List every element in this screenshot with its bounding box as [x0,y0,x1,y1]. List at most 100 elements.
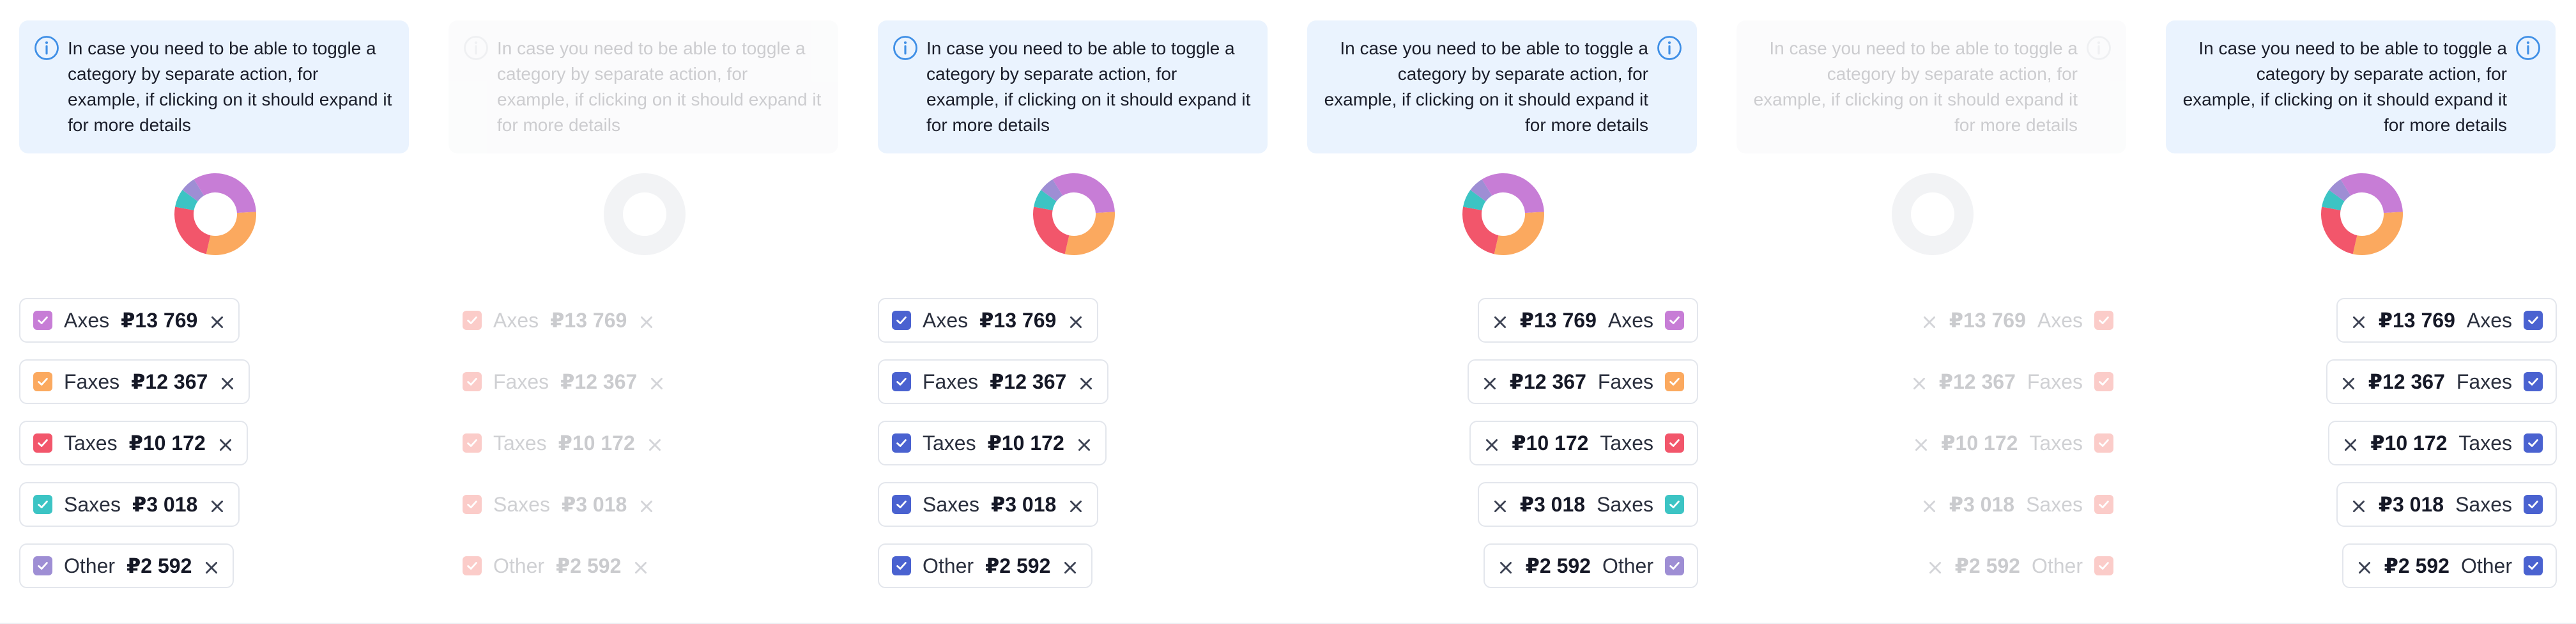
checkbox[interactable] [892,556,911,575]
close-icon[interactable] [1492,312,1508,329]
category-chip-other[interactable]: ₽2 592 Other [1483,543,1698,588]
category-chip-axes[interactable]: Axes ₽13 769 [448,298,670,343]
close-icon[interactable] [1492,496,1508,513]
category-chip-saxes[interactable]: ₽3 018 Saxes [1477,482,1698,527]
chip-label: Saxes [923,492,979,516]
category-chip-faxes[interactable]: ₽12 367 Faxes [1467,359,1698,404]
checkbox[interactable] [2524,433,2543,453]
checkbox[interactable] [463,433,482,453]
category-chip-saxes[interactable]: Saxes ₽3 018 [878,482,1099,527]
checkbox[interactable] [2524,372,2543,391]
category-chip-faxes[interactable]: Faxes ₽12 367 [878,359,1109,404]
checkbox[interactable] [2094,433,2113,453]
chip-label: Taxes [923,431,976,455]
category-chip-other[interactable]: ₽2 592 Other [2342,543,2557,588]
donut-slice-faxes [206,212,256,255]
close-icon[interactable] [1078,373,1094,390]
close-icon[interactable] [1068,496,1084,513]
close-icon[interactable] [2350,496,2367,513]
category-chip-saxes[interactable]: Saxes ₽3 018 [19,482,240,527]
category-chip-other[interactable]: Other ₽2 592 [448,543,664,588]
close-icon[interactable] [1482,373,1498,390]
checkbox[interactable] [463,556,482,575]
close-icon[interactable] [638,496,655,513]
checkbox[interactable] [2094,311,2113,330]
close-icon[interactable] [647,435,663,451]
chip-label: Axes [2466,308,2512,332]
category-chip-faxes[interactable]: Faxes ₽12 367 [19,359,250,404]
close-icon[interactable] [632,558,649,574]
checkbox[interactable] [892,372,911,391]
category-chip-saxes[interactable]: ₽3 018 Saxes [2336,482,2557,527]
checkbox[interactable] [2524,556,2543,575]
close-icon[interactable] [1911,373,1928,390]
category-chip-other[interactable]: Other ₽2 592 [19,543,234,588]
checkbox[interactable] [1665,372,1684,391]
category-chip-faxes[interactable]: ₽12 367 Faxes [2326,359,2557,404]
category-chip-other[interactable]: Other ₽2 592 [878,543,1093,588]
close-icon[interactable] [2356,558,2373,574]
category-chip-saxes[interactable]: ₽3 018 Saxes [1906,482,2128,527]
checkbox[interactable] [2094,556,2113,575]
checkbox[interactable] [33,311,52,330]
close-icon[interactable] [1921,496,1938,513]
checkbox[interactable] [1665,311,1684,330]
info-callout: In case you need to be able to toggle a … [1736,20,2126,153]
checkbox[interactable] [463,372,482,391]
checkbox[interactable] [33,433,52,453]
close-icon[interactable] [638,312,655,329]
close-icon[interactable] [1913,435,1929,451]
category-chip-taxes[interactable]: Taxes ₽10 172 [19,421,248,465]
checkbox[interactable] [33,372,52,391]
category-chip-axes[interactable]: ₽13 769 Axes [1477,298,1698,343]
close-icon[interactable] [1498,558,1514,574]
category-chip-axes[interactable]: Axes ₽13 769 [878,298,1099,343]
checkbox[interactable] [33,556,52,575]
checkbox[interactable] [1665,556,1684,575]
checkbox[interactable] [892,495,911,514]
category-chip-taxes[interactable]: ₽10 172 Taxes [1899,421,2128,465]
checkbox[interactable] [2524,495,2543,514]
checkbox[interactable] [463,495,482,514]
checkbox[interactable] [892,433,911,453]
close-icon[interactable] [1483,435,1500,451]
checkbox[interactable] [2094,372,2113,391]
checkbox[interactable] [1665,495,1684,514]
chip-amount: ₽10 172 [558,432,635,455]
close-icon[interactable] [209,496,226,513]
close-icon[interactable] [2340,373,2357,390]
category-chip-faxes[interactable]: ₽12 367 Faxes [1896,359,2128,404]
close-icon[interactable] [209,312,226,329]
close-icon[interactable] [219,373,236,390]
checkbox[interactable] [892,311,911,330]
close-icon[interactable] [203,558,220,574]
close-icon[interactable] [217,435,234,451]
info-icon [2085,35,2112,61]
chip-label: Axes [1607,308,1653,332]
category-chip-taxes[interactable]: Taxes ₽10 172 [878,421,1107,465]
close-icon[interactable] [2342,435,2359,451]
close-icon[interactable] [2350,312,2367,329]
category-chip-axes[interactable]: ₽13 769 Axes [1906,298,2128,343]
close-icon[interactable] [648,373,665,390]
checkbox[interactable] [463,311,482,330]
close-icon[interactable] [1068,312,1084,329]
close-icon[interactable] [1076,435,1092,451]
checkbox[interactable] [1665,433,1684,453]
category-chip-saxes[interactable]: Saxes ₽3 018 [448,482,670,527]
category-chip-taxes[interactable]: Taxes ₽10 172 [448,421,677,465]
category-chip-axes[interactable]: Axes ₽13 769 [19,298,240,343]
category-chip-taxes[interactable]: ₽10 172 Taxes [2328,421,2557,465]
close-icon[interactable] [1927,558,1943,574]
close-icon[interactable] [1921,312,1938,329]
category-chip-faxes[interactable]: Faxes ₽12 367 [448,359,680,404]
category-chip-taxes[interactable]: ₽10 172 Taxes [1469,421,1698,465]
category-chip-axes[interactable]: ₽13 769 Axes [2336,298,2557,343]
checkbox[interactable] [33,495,52,514]
checkbox[interactable] [2524,311,2543,330]
donut-slice-faxes [1064,212,1115,255]
close-icon[interactable] [1062,558,1078,574]
category-chip-other[interactable]: ₽2 592 Other [1912,543,2128,588]
checkbox[interactable] [2094,495,2113,514]
chip-label: Other [64,554,116,577]
